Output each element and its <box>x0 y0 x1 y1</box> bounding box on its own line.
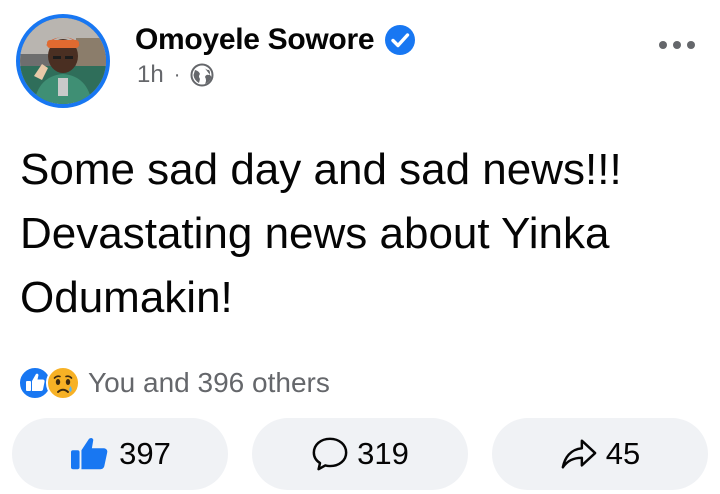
sad-reaction-icon <box>46 366 80 400</box>
reaction-summary-text: You and 396 others <box>88 367 330 398</box>
author-name[interactable]: Omoyele Sowore <box>135 20 375 60</box>
meta-separator: · <box>173 63 181 86</box>
author-row: Omoyele Sowore <box>135 20 416 60</box>
facebook-post: Omoyele Sowore 1h · Some sad day and sad… <box>0 0 720 494</box>
like-count: 397 <box>119 436 171 471</box>
thumbs-up-icon <box>71 438 108 470</box>
share-arrow-icon <box>561 439 597 469</box>
comment-count: 319 <box>357 436 409 471</box>
post-timestamp[interactable]: 1h <box>137 61 164 89</box>
like-button[interactable]: 397 <box>12 418 228 490</box>
comment-button[interactable]: 319 <box>252 418 468 490</box>
post-header: Omoyele Sowore 1h · <box>0 0 720 130</box>
post-meta: 1h · <box>137 60 214 90</box>
share-button[interactable]: 45 <box>492 418 708 490</box>
verified-badge-icon <box>384 24 416 56</box>
avatar-photo <box>20 18 106 104</box>
reactions-summary[interactable]: You and 396 others <box>18 365 330 401</box>
more-options-icon[interactable] <box>655 30 699 60</box>
post-text: Some sad day and sad news!!! Devastating… <box>20 145 622 322</box>
share-count: 45 <box>605 436 641 471</box>
globe-icon[interactable] <box>190 63 214 87</box>
comment-icon <box>312 437 348 471</box>
author-avatar[interactable] <box>16 14 110 108</box>
